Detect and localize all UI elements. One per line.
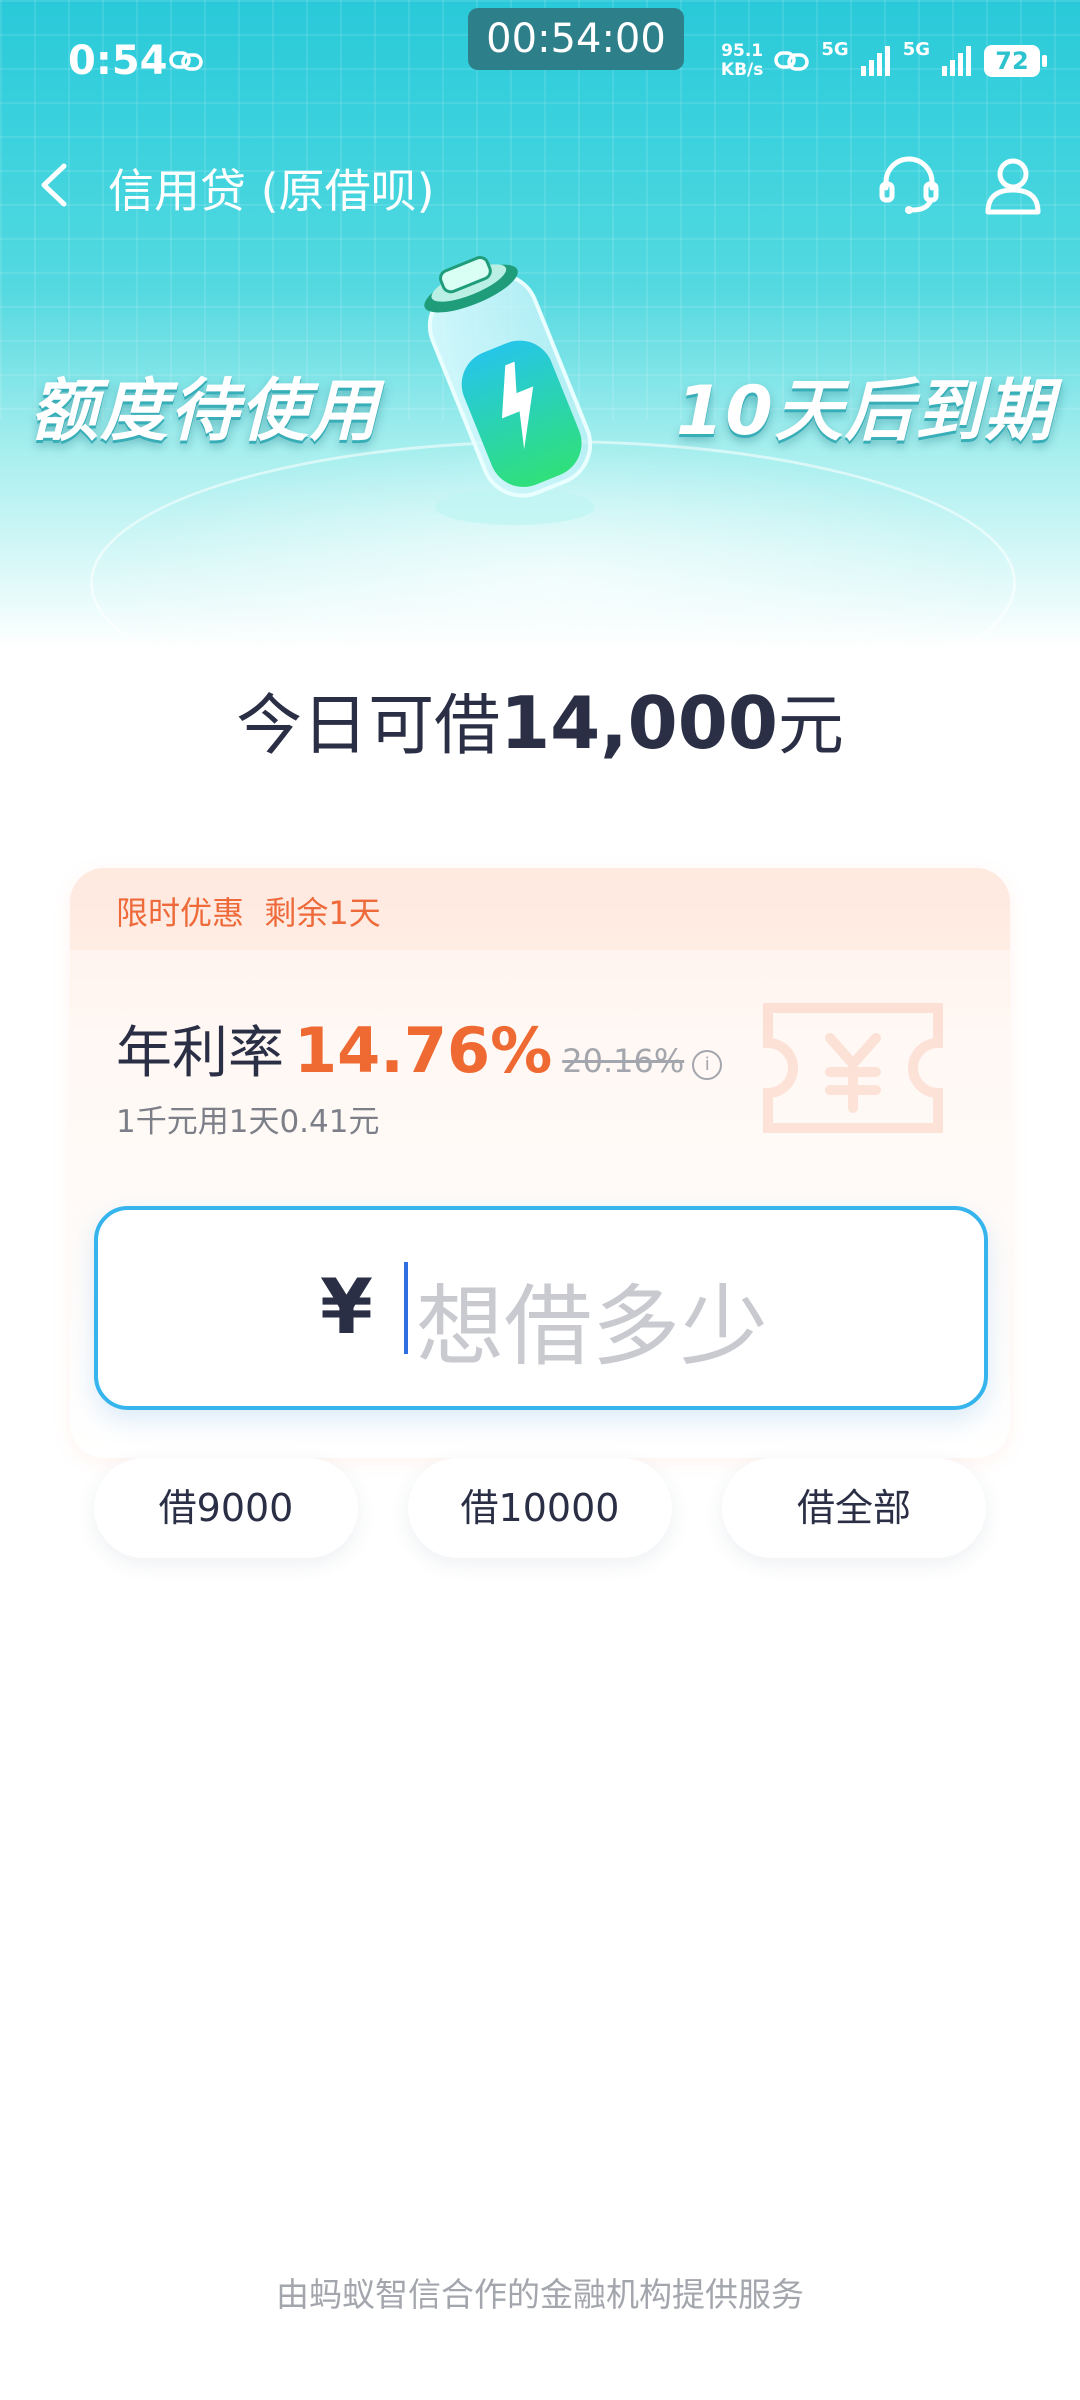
rate-row: 年利率 14.76% 20.16% i xyxy=(116,1008,723,1089)
currency-symbol: ¥ xyxy=(320,1262,373,1351)
signal-icon xyxy=(860,46,890,76)
today-amount: 14,000 xyxy=(500,681,778,765)
page-title: 信用贷 (原借呗) xyxy=(108,164,435,218)
borrow-all-button[interactable]: 借全部 xyxy=(722,1458,986,1558)
customer-service-icon[interactable] xyxy=(876,152,942,218)
rate-original: 20.16% xyxy=(562,1042,685,1080)
link-icon xyxy=(169,51,203,71)
amount-placeholder: 想借多少 xyxy=(416,1275,769,1378)
promo-card: 限时优惠 剩余1天 年利率 14.76% 20.16% i 1千元用1天0.41… xyxy=(70,868,1010,1458)
info-icon[interactable]: i xyxy=(692,1050,723,1080)
rate-description: 1千元用1天0.41元 xyxy=(116,1104,380,1140)
status-bar: 0:54 00:54:00 95.1 KB/s 5G 5G 72 xyxy=(0,0,1080,120)
today-unit: 元 xyxy=(777,687,844,764)
sim1-network: 5G xyxy=(821,38,849,60)
footer-disclaimer: 由蚂蚁智信合作的金融机构提供服务 xyxy=(276,2275,804,2314)
borrow-amount-input[interactable]: ¥ 想借多少 xyxy=(94,1206,988,1410)
battery-icon: 72 xyxy=(984,45,1047,77)
screen-record-timer: 00:54:00 xyxy=(468,8,684,70)
sim2-network: 5G xyxy=(902,38,930,60)
rate-value: 14.76% xyxy=(294,1014,553,1087)
status-time: 0:54 xyxy=(68,38,168,84)
nav-bar: 信用贷 (原借呗) xyxy=(0,130,1080,240)
today-prefix: 今日可借 xyxy=(236,687,501,764)
text-cursor xyxy=(404,1262,408,1354)
rate-label: 年利率 xyxy=(116,1021,284,1086)
borrow-10000-button[interactable]: 借10000 xyxy=(408,1458,672,1558)
promo-tag: 限时优惠 剩余1天 xyxy=(116,894,381,932)
borrow-9000-button[interactable]: 借9000 xyxy=(94,1458,358,1558)
status-indicators: 95.1 KB/s 5G 5G 72 xyxy=(720,36,1047,86)
battery-illustration xyxy=(424,256,595,525)
banner-quota-unused: 额度待使用 xyxy=(30,372,381,451)
user-profile-icon[interactable] xyxy=(980,152,1046,218)
banner-expire-days: 10天后到期 xyxy=(676,372,1055,451)
promo-tag-bar: 限时优惠 剩余1天 xyxy=(70,868,1010,950)
today-borrowable: 今日可借14,000元 xyxy=(0,672,1080,768)
link-icon xyxy=(774,51,810,71)
back-arrow-icon[interactable] xyxy=(30,158,84,212)
signal-icon xyxy=(942,46,971,76)
coupon-icon xyxy=(763,1003,943,1133)
net-speed: 95.1 KB/s xyxy=(720,41,764,80)
